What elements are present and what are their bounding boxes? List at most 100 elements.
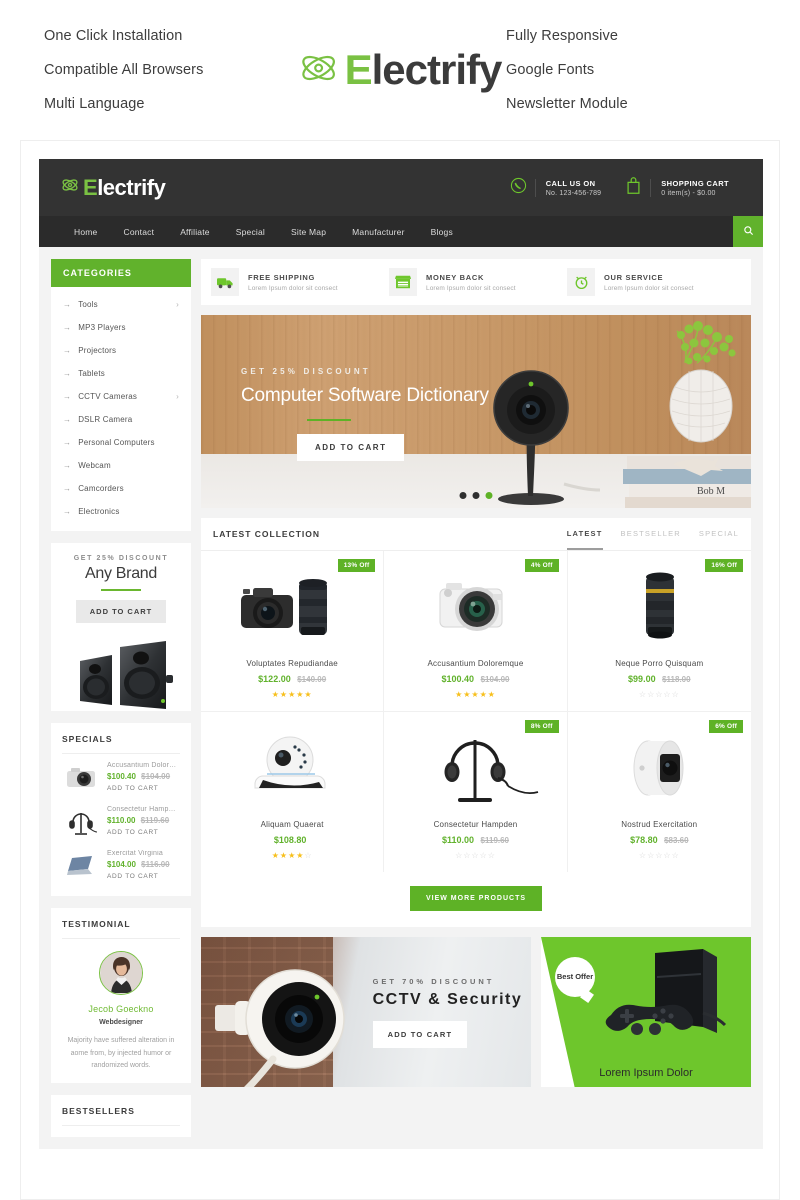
rating-stars: ☆☆☆☆☆ <box>638 851 680 860</box>
call-us-block[interactable]: CALL US ON No. 123-456-789 <box>498 177 614 199</box>
sidebar-item-mp3-players[interactable]: → MP3 Players <box>51 316 191 339</box>
product-name: Voluptates Repudiandae <box>246 659 338 668</box>
divider <box>101 589 141 591</box>
search-icon <box>743 223 754 241</box>
price-new: $100.40 <box>107 772 136 781</box>
sidebar-item-tools[interactable]: → Tools › <box>51 293 191 316</box>
ip-dome-camera-image <box>207 722 377 814</box>
product-card[interactable]: 16% Off Neque Porro Quisquam $99.00 $118… <box>567 551 751 712</box>
rating-stars: ★★★★★ <box>271 690 313 699</box>
add-to-cart-button[interactable]: ADD TO CART <box>107 873 180 880</box>
sidebar-item-cctv-cameras[interactable]: → CCTV Cameras › <box>51 385 191 408</box>
books-stack-image: Bob M <box>623 456 751 508</box>
sidebar-item-projectors[interactable]: → Projectors <box>51 339 191 362</box>
product-card[interactable]: 6% Off Nostrud Exercitation $78.80 $83.6… <box>568 712 751 872</box>
tab-bestseller[interactable]: BESTSELLER <box>621 529 681 550</box>
sidebar-item-webcam[interactable]: → Webcam <box>51 454 191 477</box>
website-mockup-frame: Electrify CALL US ON No. 123-456-789 SHO… <box>20 140 780 1200</box>
category-label: Projectors <box>78 346 117 355</box>
best-offer-banner[interactable]: Best Offer Lorem Ipsum Dolor <box>541 937 751 1087</box>
testimonial-quote: Majority have suffered alteration in aom… <box>67 1037 175 1070</box>
main-content: FREE SHIPPING Lorem Ipsum dolor sit cons… <box>201 259 751 1137</box>
list-item[interactable]: Exercitat Virginia $104.00 $116.00 ADD T… <box>62 842 180 886</box>
add-to-cart-button[interactable]: ADD TO CART <box>107 785 180 792</box>
arrow-right-icon: → <box>63 507 72 516</box>
service-text: Lorem Ipsum dolor sit consect <box>426 284 516 292</box>
price-new: $100.40 <box>441 674 475 684</box>
product-card[interactable]: 8% Off Consectetur Hampden $110.00 $119.… <box>384 712 568 872</box>
product-name: Aliquam Quaerat <box>260 820 324 829</box>
price-new: $99.00 <box>628 674 656 684</box>
sidebar-item-camcorders[interactable]: → Camcorders <box>51 477 191 500</box>
arrow-right-icon: → <box>63 415 72 424</box>
collection-header: LATEST COLLECTION LATEST BESTSELLER SPEC… <box>201 518 751 551</box>
promo-feature: One Click Installation <box>44 28 183 44</box>
slider-dot-1[interactable] <box>459 492 467 499</box>
price-old: $140.00 <box>297 675 327 684</box>
view-more-products-button[interactable]: VIEW MORE PRODUCTS <box>409 886 543 911</box>
tab-latest[interactable]: LATEST <box>566 529 603 550</box>
testimonial-author: Jecob Goeckno <box>88 1004 154 1014</box>
brand-promo-banner[interactable]: GET 25% DISCOUNT Any Brand ADD TO CART <box>51 543 191 711</box>
best-offer-badge: Best Offer <box>555 957 595 997</box>
nav-item-special[interactable]: Special <box>223 227 278 237</box>
list-item[interactable]: Consectetur Hamp… $110.00 $119.60 ADD TO… <box>62 798 180 842</box>
hero-add-to-cart-button[interactable]: ADD TO CART <box>297 434 405 461</box>
testimonial-module: TESTIMONIAL Jecob Goeckno Webdesigner Ma… <box>51 908 191 1083</box>
promo-features-left: One Click Installation Compatible All Br… <box>44 28 294 112</box>
nav-item-affiliate[interactable]: Affiliate <box>167 227 223 237</box>
arrow-right-icon: → <box>63 438 72 447</box>
slider-dot-3-active[interactable] <box>485 492 493 499</box>
bestsellers-title: BESTSELLERS <box>62 1106 180 1126</box>
hero-slider[interactable]: Bob M GET 25% DISCOUNT Computer Software… <box>201 315 751 508</box>
slider-dot-2[interactable] <box>472 492 480 499</box>
price-new: $110.00 <box>441 835 475 845</box>
nav-item-contact[interactable]: Contact <box>110 227 167 237</box>
shopping-cart-block[interactable]: SHOPPING CART 0 item(s) - $0.00 <box>613 176 741 200</box>
rating-stars: ★★★★★ <box>455 690 496 699</box>
product-price: $78.80 $83.60 <box>574 835 745 845</box>
sidebar-item-tablets[interactable]: → Tablets <box>51 362 191 385</box>
service-title: MONEY BACK <box>426 272 485 282</box>
dslr-camera-kit-image <box>207 561 377 653</box>
nav-item-blogs[interactable]: Blogs <box>418 227 466 237</box>
avatar <box>99 951 143 995</box>
collection-tabs: LATEST BESTSELLER SPECIAL <box>566 529 739 550</box>
cctv-banner[interactable]: GET 70% DISCOUNT CCTV & Security ADD TO … <box>201 937 531 1087</box>
search-button[interactable] <box>733 216 763 247</box>
add-to-cart-button[interactable]: ADD TO CART <box>75 600 167 623</box>
product-card[interactable]: 4% Off Accusantium Doloremque $100.40 $1… <box>384 551 568 712</box>
price-new: $110.00 <box>107 816 136 825</box>
truck-icon <box>211 268 239 296</box>
product-card[interactable]: 13% Off Voluptates Repudiandae $122.00 $… <box>201 551 385 712</box>
slider-dots[interactable] <box>459 492 493 499</box>
discount-badge: 8% Off <box>524 720 559 733</box>
tab-special[interactable]: SPECIAL <box>699 529 739 550</box>
headphones-thumb <box>62 806 100 838</box>
arrow-right-icon: → <box>63 323 72 332</box>
discount-badge: 6% Off <box>709 720 743 733</box>
product-price: $99.00 $118.00 <box>574 674 745 684</box>
service-money-back: MONEY BACK Lorem Ipsum dolor sit consect <box>389 268 563 296</box>
nav-item-home[interactable]: Home <box>61 227 110 237</box>
sidebar-item-dslr-camera[interactable]: → DSLR Camera <box>51 408 191 431</box>
header-utilities: CALL US ON No. 123-456-789 SHOPPING CART… <box>498 176 741 200</box>
camera-thumb <box>62 762 100 794</box>
arrow-right-icon: → <box>63 300 72 309</box>
arrow-right-icon: → <box>63 369 72 378</box>
sidebar-item-electronics[interactable]: → Electronics <box>51 500 191 523</box>
site-logo[interactable]: Electrify <box>61 175 166 201</box>
price-new: $108.80 <box>273 835 307 845</box>
nav-item-site-map[interactable]: Site Map <box>278 227 339 237</box>
nav-item-manufacturer[interactable]: Manufacturer <box>339 227 417 237</box>
add-to-cart-button[interactable]: ADD TO CART <box>107 829 180 836</box>
headphones-stand-image <box>390 722 560 814</box>
list-item[interactable]: Accusantium Dolor… $100.40 $104.00 ADD T… <box>62 754 180 798</box>
banner-add-to-cart-button[interactable]: ADD TO CART <box>372 1021 468 1048</box>
store-icon <box>389 268 417 296</box>
product-card[interactable]: Aliquam Quaerat $108.80 ★★★★☆ <box>201 712 385 872</box>
rating-stars: ☆☆☆☆☆ <box>638 690 680 699</box>
site-header: Electrify CALL US ON No. 123-456-789 SHO… <box>39 159 763 216</box>
sidebar-item-personal-computers[interactable]: → Personal Computers <box>51 431 191 454</box>
arrow-right-icon: → <box>63 392 72 401</box>
